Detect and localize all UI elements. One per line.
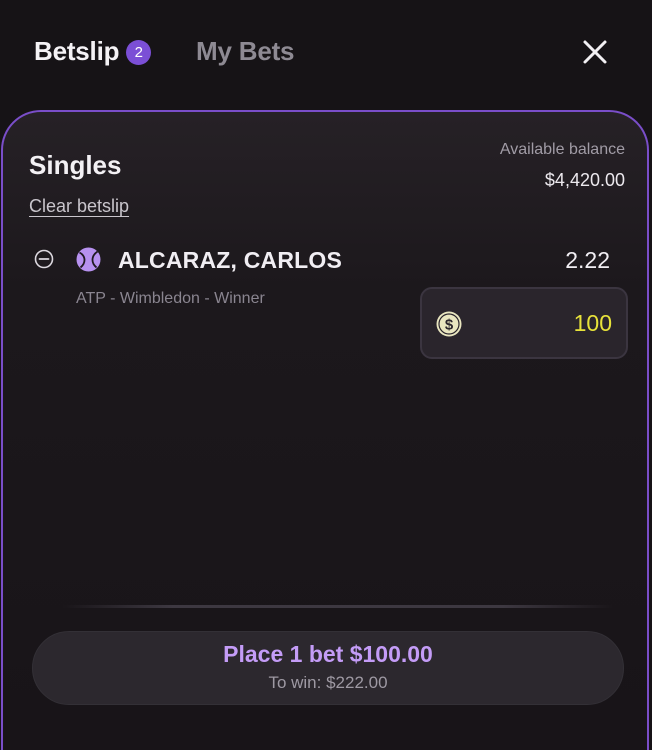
selection-market: ATP - Wimbledon - Winner [76, 290, 265, 307]
stake-input[interactable] [492, 307, 612, 339]
to-win-label: To win: $222.00 [268, 673, 388, 692]
stake-input-box[interactable]: $ [420, 287, 628, 359]
tab-betslip-label: Betslip [34, 36, 120, 66]
place-bet-label: Place 1 bet $100.00 [223, 641, 433, 667]
remove-selection-button[interactable] [34, 249, 54, 269]
selection-name: ALCARAZ, CARLOS [118, 247, 343, 273]
selection-odds: 2.22 [565, 247, 610, 273]
balance-label: Available balance [499, 141, 625, 158]
close-icon [583, 40, 607, 64]
betslip-panel: Singles Clear betslip Available balance … [1, 110, 649, 750]
betslip-count-badge: 2 [126, 39, 152, 65]
tab-my-bets[interactable]: My Bets [196, 36, 294, 67]
svg-text:$: $ [445, 317, 454, 334]
minus-circle-icon [34, 249, 54, 269]
dollar-coin-icon: $ [436, 311, 462, 337]
divider [63, 605, 613, 608]
tennis-ball-icon [76, 247, 101, 272]
clear-betslip-link[interactable]: Clear betslip [29, 196, 129, 217]
tab-betslip[interactable]: Betslip 2 [34, 36, 152, 67]
betslip-header: Betslip 2 My Bets [0, 0, 652, 105]
balance-value: $4,420.00 [544, 170, 625, 190]
place-bet-button[interactable]: Place 1 bet $100.00 To win: $222.00 [32, 631, 624, 705]
section-title: Singles [29, 150, 122, 180]
close-button[interactable] [578, 35, 612, 69]
